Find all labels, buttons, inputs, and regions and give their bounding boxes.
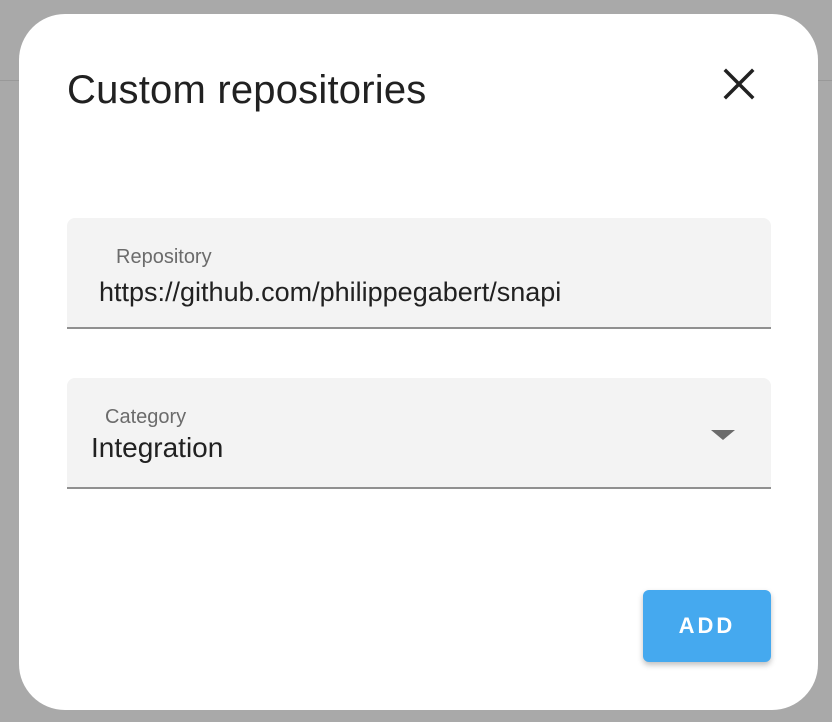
dialog-title: Custom repositories bbox=[67, 68, 427, 112]
repository-label: Repository bbox=[116, 246, 212, 268]
category-label: Category bbox=[105, 406, 187, 428]
category-select[interactable]: Category Integration bbox=[67, 378, 771, 489]
custom-repositories-dialog: Custom repositories Repository https://g… bbox=[19, 14, 818, 710]
add-button[interactable]: ADD bbox=[643, 590, 771, 662]
repository-input[interactable]: https://github.com/philippegabert/snapi bbox=[99, 275, 561, 309]
close-button[interactable] bbox=[717, 62, 761, 106]
arrow-drop-down-icon[interactable] bbox=[711, 428, 735, 442]
repository-field[interactable]: Repository https://github.com/philippega… bbox=[67, 218, 771, 329]
close-icon bbox=[723, 68, 755, 100]
category-selected-value: Integration bbox=[91, 432, 224, 463]
